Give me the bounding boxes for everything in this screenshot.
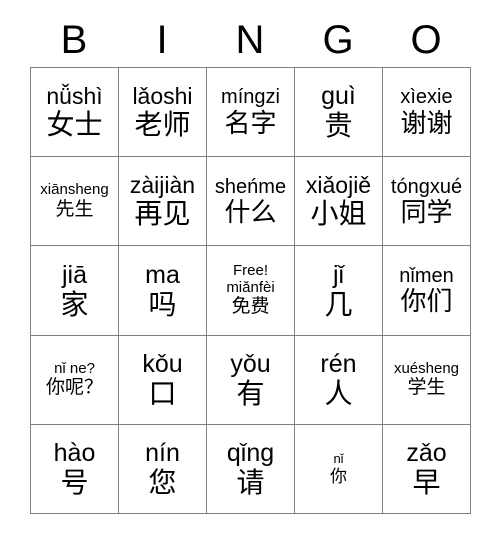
bingo-cell-hanzi: 老师 <box>134 109 191 141</box>
bingo-cell-hanzi: 你 <box>330 466 347 486</box>
bingo-cell[interactable]: xiǎojiě 小姐 <box>295 157 383 247</box>
bingo-cell-pinyin: zàijiàn <box>129 171 196 198</box>
bingo-cell-free-label: Free! <box>232 262 268 280</box>
bingo-header-letter-i: I <box>156 17 168 62</box>
bingo-cell-hanzi: 贵 <box>324 110 353 142</box>
bingo-cell-pinyin: guì <box>321 82 356 111</box>
bingo-cell-hanzi: 几 <box>324 288 353 320</box>
bingo-cell-pinyin: jiā <box>61 260 87 289</box>
bingo-header-letter-n: N <box>235 17 265 62</box>
bingo-cell-pinyin: lǎoshi <box>132 82 193 109</box>
bingo-cell[interactable]: zàijiàn 再见 <box>119 157 207 247</box>
bingo-cell[interactable]: nǐ ne? 你呢？ <box>31 335 119 425</box>
bingo-cell-hanzi: 再见 <box>134 198 191 230</box>
bingo-cell[interactable]: xuésheng 学生 <box>383 335 471 425</box>
bingo-cell[interactable]: hào 号 <box>31 424 119 514</box>
bingo-cell-pinyin: kǒu <box>142 349 183 378</box>
bingo-cell-pinyin: nǐ ne? <box>54 359 95 377</box>
bingo-cell-hanzi: 吗 <box>148 288 177 320</box>
bingo-cell[interactable]: sheńme 什么 <box>207 157 295 247</box>
bingo-cell[interactable]: yǒu 有 <box>207 335 295 425</box>
bingo-cell-hanzi: 同学 <box>400 196 453 227</box>
bingo-cell-pinyin: nǐ <box>333 451 344 467</box>
bingo-cell-pinyin: jǐ <box>332 260 345 289</box>
bingo-cell-hanzi: 什么 <box>224 196 277 227</box>
bingo-cell-hanzi: 名字 <box>224 107 277 138</box>
bingo-cell-pinyin: miǎnfèi <box>226 278 275 296</box>
bingo-cell-pinyin: xìexie <box>400 86 453 109</box>
bingo-cell-pinyin: qǐng <box>226 439 275 468</box>
bingo-cell-pinyin: sheńme <box>214 175 287 198</box>
bingo-cell-pinyin: rén <box>320 349 357 378</box>
bingo-cell[interactable]: kǒu 口 <box>119 335 207 425</box>
bingo-header-letter-b: B <box>60 17 88 62</box>
bingo-cell-hanzi: 您 <box>148 467 177 499</box>
bingo-cell-hanzi: 口 <box>148 377 177 409</box>
bingo-cell-hanzi: 请 <box>236 467 265 499</box>
bingo-cell-pinyin: ma <box>145 260 180 289</box>
bingo-cell-pinyin: xiǎojiě <box>305 171 372 198</box>
bingo-cell-pinyin: nín <box>145 439 180 468</box>
bingo-cell-hanzi: 家 <box>60 288 89 320</box>
bingo-cell-pinyin: xuésheng <box>393 359 460 377</box>
bingo-header-letter-g: G <box>322 17 354 62</box>
bingo-cell[interactable]: nǐmen 你们 <box>383 246 471 336</box>
bingo-header-letter-o: O <box>410 17 442 62</box>
bingo-cell[interactable]: nǐ 你 <box>295 424 383 514</box>
bingo-cell-hanzi: 你们 <box>400 286 453 317</box>
bingo-cell[interactable]: jǐ 几 <box>295 246 383 336</box>
bingo-cell-pinyin: yǒu <box>230 349 271 378</box>
bingo-cell[interactable]: tóngxué 同学 <box>383 157 471 247</box>
bingo-cell-hanzi: 号 <box>60 467 89 499</box>
bingo-cell-hanzi: 小姐 <box>310 198 367 230</box>
bingo-cell-pinyin: nǐmen <box>399 264 454 287</box>
bingo-header-row: B I N G O <box>30 12 470 67</box>
bingo-cell[interactable]: nín 您 <box>119 424 207 514</box>
bingo-cell-hanzi: 学生 <box>407 377 446 399</box>
bingo-cell-pinyin: míngzi <box>221 86 280 109</box>
bingo-cell-pinyin: hào <box>53 439 96 468</box>
bingo-cell[interactable]: qǐng 请 <box>207 424 295 514</box>
bingo-cell[interactable]: lǎoshi 老师 <box>119 68 207 158</box>
bingo-cell-pinyin: nǚshì <box>46 82 103 109</box>
bingo-cell[interactable]: míngzi 名字 <box>207 68 295 158</box>
bingo-card: B I N G O nǚshì 女士 lǎoshi 老师 míngzi 名字 guì 贵 xìe… <box>0 0 500 544</box>
bingo-cell-pinyin: tóngxué <box>390 175 463 198</box>
bingo-cell[interactable]: ma 吗 <box>119 246 207 336</box>
bingo-free-cell[interactable]: Free! miǎnfèi 免费 <box>207 246 295 336</box>
bingo-cell[interactable]: guì 贵 <box>295 68 383 158</box>
bingo-cell-hanzi: 谢谢 <box>400 107 453 138</box>
bingo-cell[interactable]: xiānsheng 先生 <box>31 157 119 247</box>
bingo-cell-pinyin: xiānsheng <box>40 181 109 199</box>
bingo-cell-hanzi: 女士 <box>46 109 103 141</box>
bingo-cell[interactable]: zǎo 早 <box>383 424 471 514</box>
bingo-cell-hanzi: 你呢？ <box>45 377 103 399</box>
bingo-cell-hanzi: 早 <box>412 467 441 499</box>
bingo-cell-hanzi: 有 <box>236 377 265 409</box>
bingo-cell-hanzi: 免费 <box>231 296 270 318</box>
bingo-cell[interactable]: rén 人 <box>295 335 383 425</box>
bingo-cell-hanzi: 人 <box>324 377 353 409</box>
bingo-cell-hanzi: 先生 <box>55 199 94 221</box>
bingo-cell[interactable]: jiā 家 <box>31 246 119 336</box>
bingo-cell[interactable]: nǚshì 女士 <box>31 68 119 158</box>
bingo-cell-pinyin: zǎo <box>406 439 447 468</box>
bingo-grid: nǚshì 女士 lǎoshi 老师 míngzi 名字 guì 贵 xìexie 谢谢 xiāns… <box>30 67 471 514</box>
bingo-cell[interactable]: xìexie 谢谢 <box>383 68 471 158</box>
